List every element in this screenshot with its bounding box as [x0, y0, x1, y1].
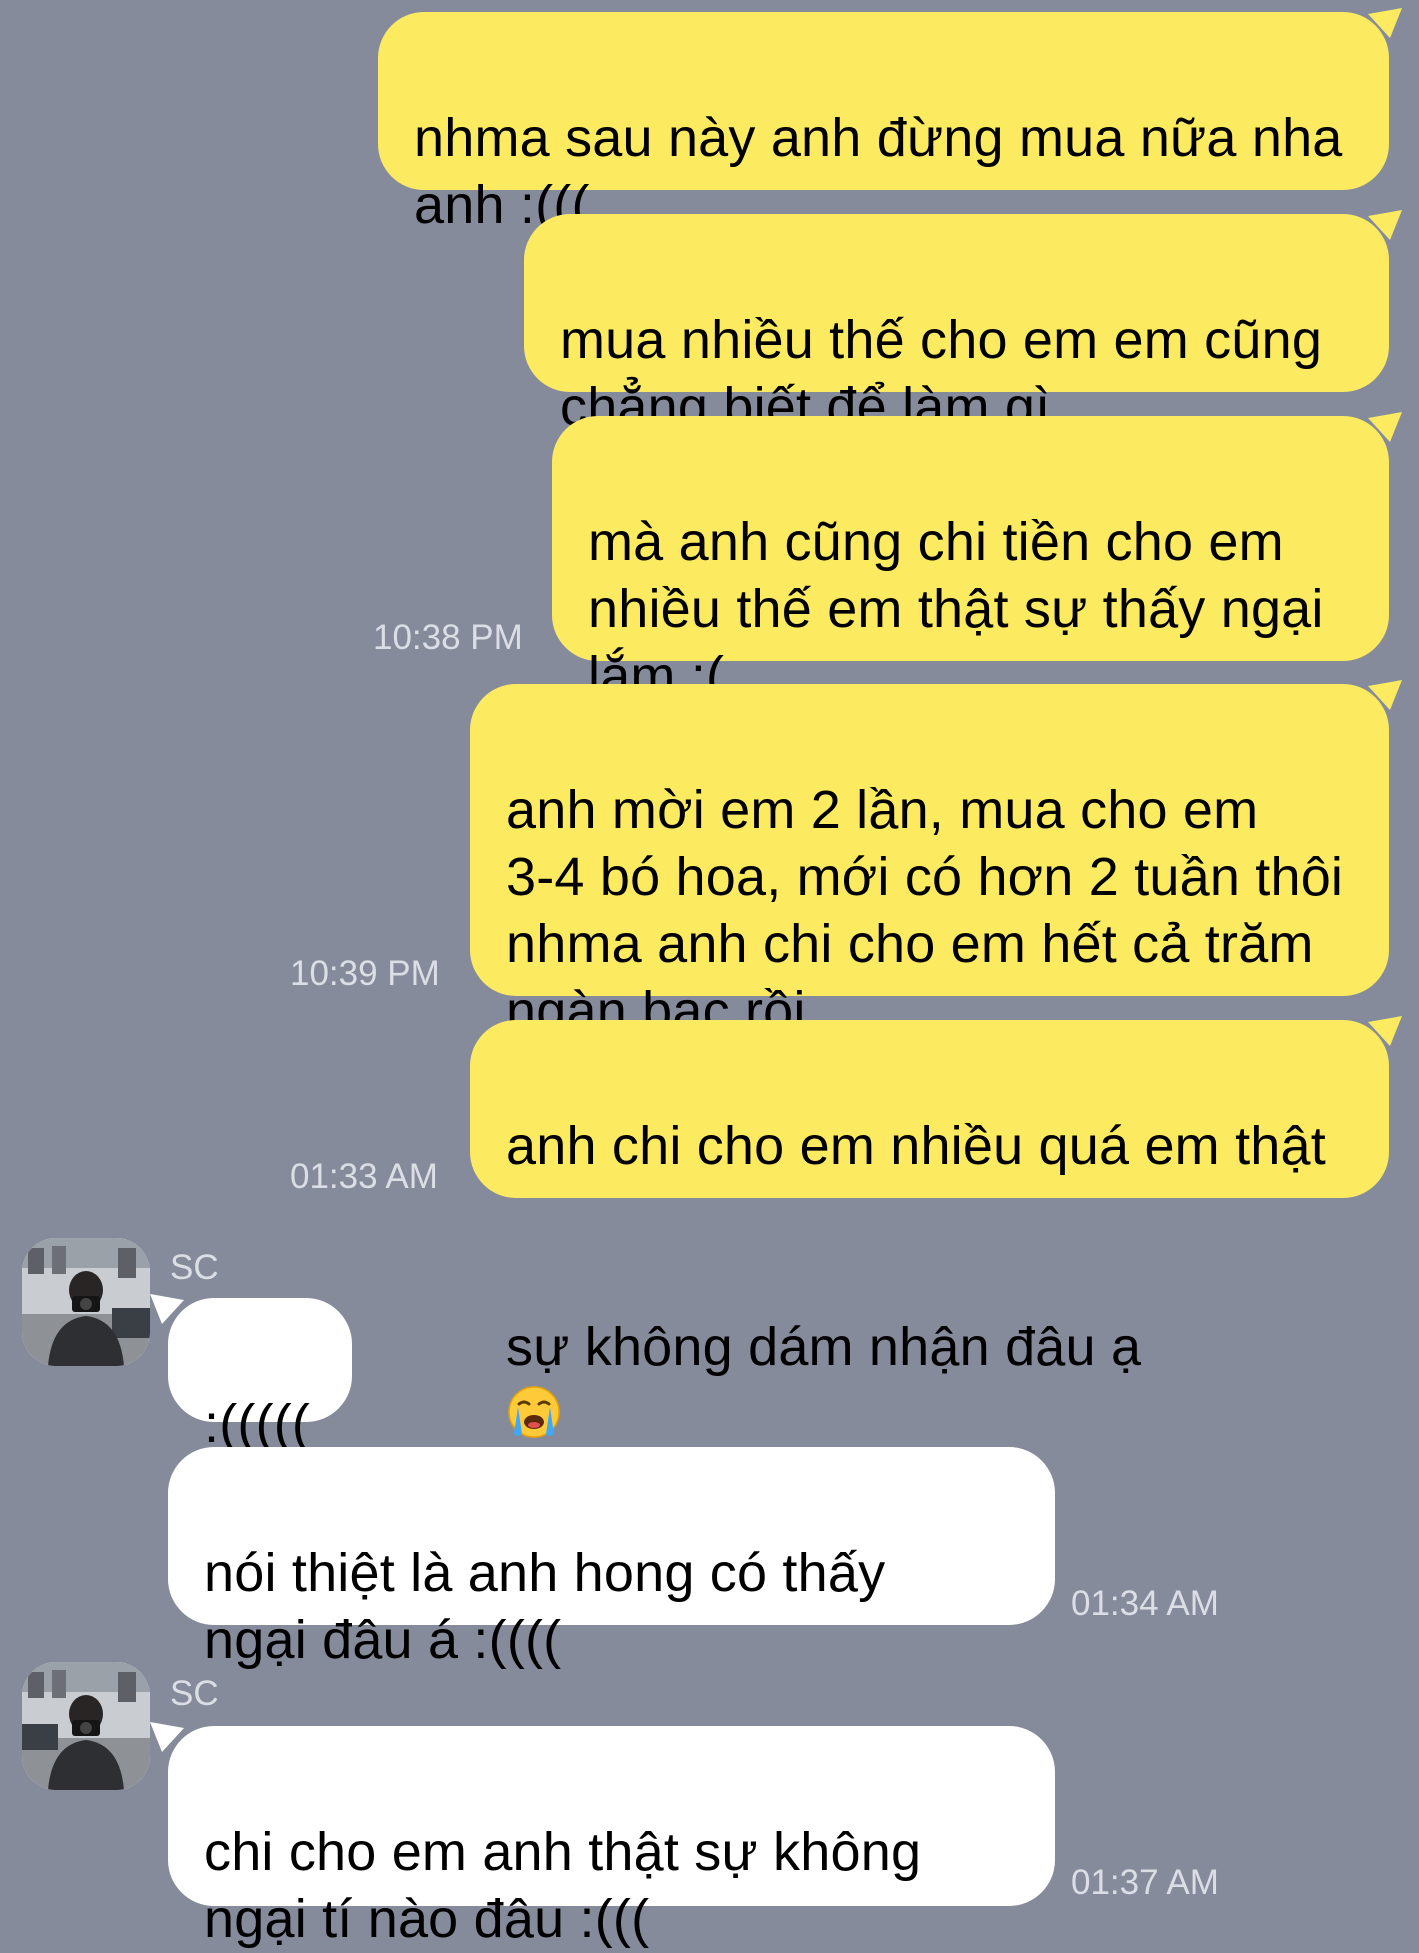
message-bubble-incoming[interactable]: nói thiệt là anh hong có thấy ngại đâu á… — [168, 1447, 1055, 1670]
message-bubble-incoming[interactable]: :((((( — [168, 1298, 352, 1454]
message-bubble-outgoing[interactable]: mua nhiều thế cho em em cũng chẳng biết … — [524, 214, 1389, 437]
message-text: :((((( — [204, 1394, 311, 1454]
bubble-tail — [1368, 1016, 1402, 1046]
message-bubble-outgoing[interactable]: anh chi cho em nhiều quá em thật sự khôn… — [470, 1020, 1389, 1438]
sender-name: SC — [170, 1674, 219, 1713]
message-bubble-outgoing[interactable]: mà anh cũng chi tiền cho em nhiều thế em… — [552, 416, 1389, 706]
sender-name: SC — [170, 1248, 219, 1287]
message-bubble-outgoing[interactable]: nhma sau này anh đừng mua nữa nha anh :(… — [378, 12, 1389, 235]
message-text: nói thiệt là anh hong có thấy ngại đâu á… — [204, 1543, 886, 1670]
bubble-tail — [1368, 680, 1402, 710]
message-text-line: anh chi cho em nhiều quá em thật — [506, 1116, 1326, 1176]
bubble-tail — [1368, 412, 1402, 442]
contact-avatar[interactable] — [22, 1662, 150, 1790]
message-timestamp: 10:38 PM — [373, 618, 523, 657]
message-text: chi cho em anh thật sự không ngại tí nào… — [204, 1822, 922, 1949]
message-bubble-outgoing[interactable]: anh mời em 2 lần, mua cho em 3-4 bó hoa,… — [470, 684, 1389, 1041]
loudly-crying-face-icon — [508, 1386, 560, 1438]
bubble-tail — [150, 1722, 184, 1752]
contact-avatar[interactable] — [22, 1238, 150, 1366]
avatar-photo-icon — [22, 1662, 150, 1790]
bubble-tail — [1368, 210, 1402, 240]
bubble-tail — [1368, 8, 1402, 38]
message-text: anh mời em 2 lần, mua cho em 3-4 bó hoa,… — [506, 780, 1344, 1041]
avatar-photo-icon — [22, 1238, 150, 1366]
message-text-line: sự không dám nhận đâu ạ — [506, 1247, 1389, 1448]
message-text: sự không dám nhận đâu ạ — [506, 1317, 1142, 1377]
message-timestamp: 01:34 AM — [1071, 1584, 1219, 1623]
message-bubble-incoming[interactable]: chi cho em anh thật sự không ngại tí nào… — [168, 1726, 1055, 1949]
bubble-tail — [150, 1294, 184, 1324]
message-text: mà anh cũng chi tiền cho em nhiều thế em… — [588, 512, 1324, 706]
message-timestamp: 01:37 AM — [1071, 1863, 1219, 1902]
message-timestamp: 10:39 PM — [290, 954, 440, 993]
message-timestamp: 01:33 AM — [290, 1157, 438, 1196]
